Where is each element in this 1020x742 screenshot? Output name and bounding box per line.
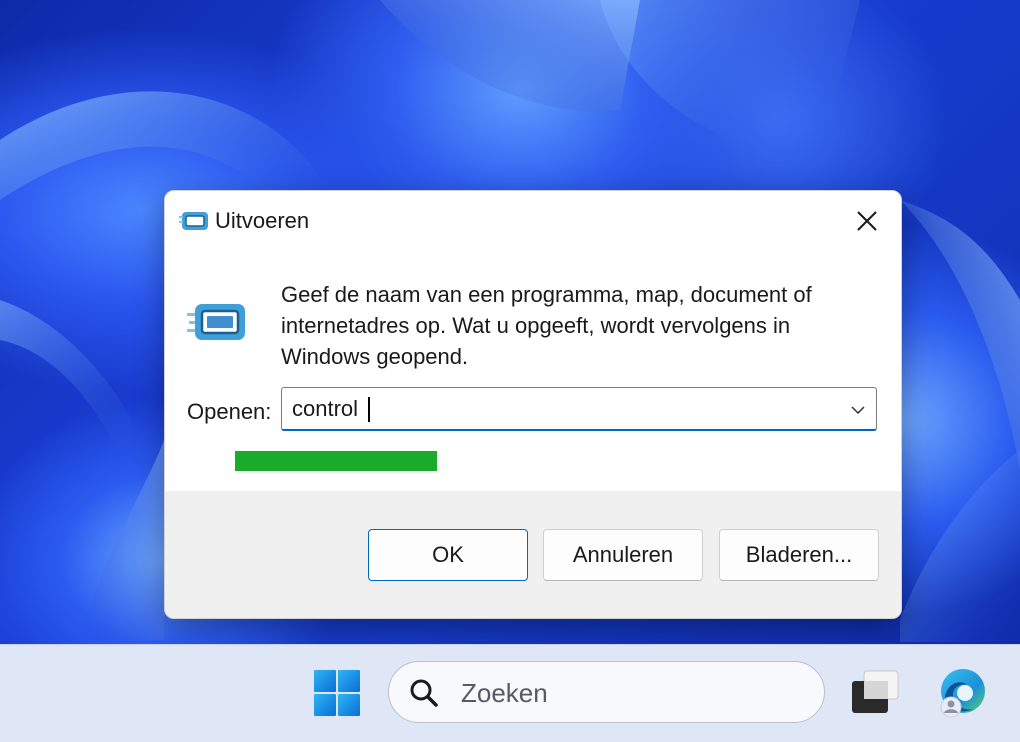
close-icon bbox=[857, 211, 877, 231]
open-input[interactable] bbox=[292, 396, 832, 422]
highlight-marker bbox=[235, 451, 437, 471]
task-view-button[interactable] bbox=[850, 669, 900, 715]
run-dialog: Uitvoeren Geef de naam van een programma… bbox=[164, 190, 902, 619]
dropdown-button[interactable] bbox=[848, 400, 868, 420]
search-placeholder: Zoeken bbox=[461, 678, 548, 708]
dialog-content: Geef de naam van een programma, map, doc… bbox=[165, 249, 901, 491]
text-caret bbox=[368, 397, 370, 422]
search-icon bbox=[409, 678, 439, 708]
open-combobox[interactable] bbox=[281, 387, 877, 431]
edge-icon bbox=[940, 669, 985, 718]
task-view-icon bbox=[852, 670, 899, 713]
dialog-footer: OK Annuleren Bladeren... bbox=[165, 491, 901, 618]
taskbar-search[interactable]: Zoeken bbox=[388, 661, 825, 723]
title-bar: Uitvoeren bbox=[165, 191, 901, 249]
run-icon bbox=[179, 210, 209, 232]
chevron-down-icon bbox=[851, 406, 865, 414]
windows-logo-icon bbox=[314, 670, 360, 716]
close-button[interactable] bbox=[851, 205, 883, 237]
edge-button[interactable] bbox=[937, 667, 989, 719]
start-button[interactable] bbox=[313, 669, 361, 717]
dialog-description: Geef de naam van een programma, map, doc… bbox=[281, 282, 812, 369]
browse-button[interactable]: Bladeren... bbox=[719, 529, 879, 581]
open-label: Openen: bbox=[187, 399, 272, 424]
run-icon bbox=[187, 301, 247, 345]
ok-button[interactable]: OK bbox=[368, 529, 528, 581]
dialog-title: Uitvoeren bbox=[215, 208, 310, 233]
taskbar: Zoeken bbox=[0, 644, 1020, 742]
cancel-button[interactable]: Annuleren bbox=[543, 529, 703, 581]
